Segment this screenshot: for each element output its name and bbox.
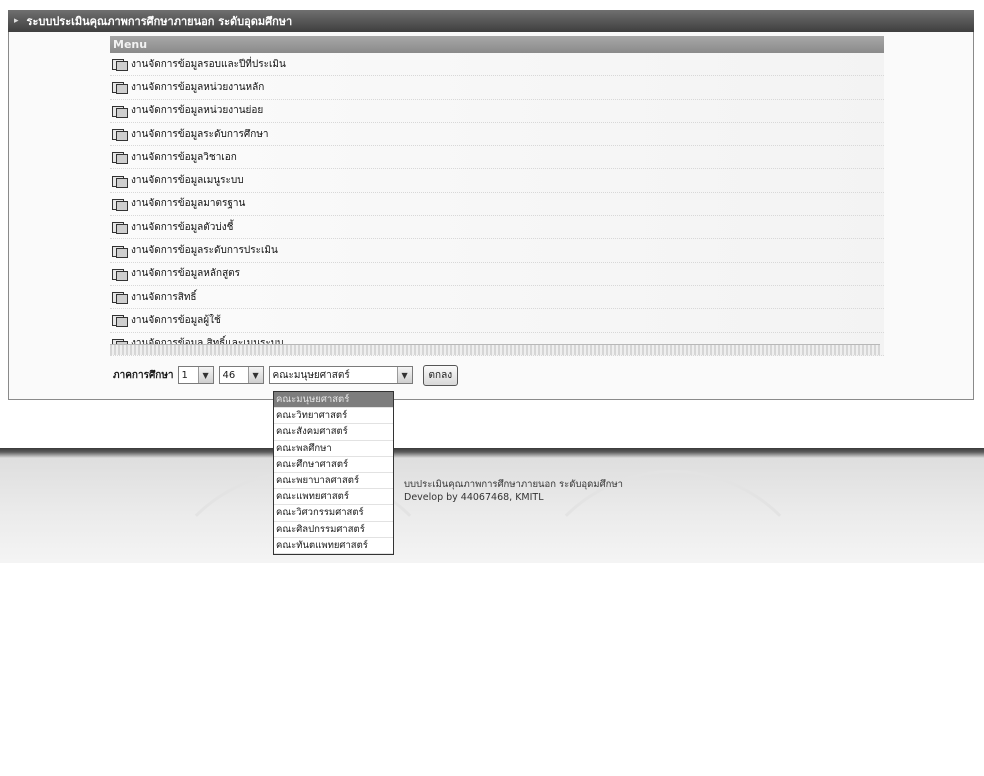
menu-item[interactable]: งานจัดการข้อมูลตัวบ่งชี้ [110, 216, 884, 240]
term-filter: ภาคการศึกษา 1 ▼ 46 ▼ คณะมนุษยศาสตร์ ▼ ตก… [113, 364, 459, 386]
footer [0, 448, 984, 563]
folder-icon [112, 198, 128, 211]
menu-item[interactable]: งานจัดการข้อมูลระดับการประเมิน [110, 239, 884, 263]
dropdown-option[interactable]: คณะศึกษาศาสตร์ [274, 457, 393, 473]
menu-item-label: งานจัดการข้อมูลหน่วยงานหลัก [131, 81, 265, 93]
menu-item[interactable]: งานจัดการข้อมูลหลักสูตร [110, 262, 884, 286]
menu-item-label: งานจัดการข้อมูลหลักสูตร [131, 268, 241, 280]
folder-icon [112, 245, 128, 258]
folder-icon [112, 58, 128, 72]
menu-item-label: งานจัดการข้อมูลตัวบ่งชี้ [131, 221, 234, 233]
menu-header: Menu [110, 36, 884, 53]
menu-item-label: งานจัดการข้อมูลผู้ใช้ [131, 314, 221, 326]
dropdown-option[interactable]: คณะวิทยาศาสตร์ [274, 408, 393, 425]
term-label: ภาคการศึกษา [113, 369, 174, 381]
faculty-select[interactable]: คณะมนุษยศาสตร์ ▼ [268, 366, 413, 384]
dropdown-option[interactable]: คณะวิศวกรรมศาสตร์ [274, 505, 393, 522]
year-select-value: 46 [222, 369, 236, 381]
app-title-bar: ▸ ระบบประเมินคุณภาพการศึกษาภายนอก ระดับอ… [8, 10, 974, 32]
folder-icon [112, 128, 128, 142]
submit-button[interactable]: ตกลง [422, 364, 459, 386]
collapse-icon[interactable]: ▸ [14, 16, 19, 26]
footer-system-name: บบประเมินคุณภาพการศึกษาภายนอก ระดับอุดมศ… [404, 479, 623, 490]
folder-icon [112, 268, 128, 281]
dropdown-option[interactable]: คณะทันตแพทยศาสตร์ [274, 538, 393, 554]
main-menu: Menu งานจัดการข้อมูลรอบและปีที่ประเมินงา… [110, 36, 884, 356]
menu-item[interactable]: งานจัดการสิทธิ์ [110, 285, 884, 310]
menu-item[interactable]: งานจัดการข้อมูลมาตรฐาน [110, 192, 884, 217]
menu-item[interactable]: งานจัดการข้อมูลเมนูระบบ [110, 169, 884, 193]
menu-item-label: งานจัดการสิทธิ์ [131, 291, 197, 303]
term-select[interactable]: 1 ▼ [177, 366, 214, 384]
menu-item[interactable]: งานจัดการข้อมูลผู้ใช้ [110, 309, 884, 333]
folder-icon [112, 314, 128, 328]
year-select[interactable]: 46 ▼ [218, 366, 264, 384]
menu-item-label: งานจัดการข้อมูลรอบและปีที่ประเมิน [131, 58, 286, 70]
footer-credit: Develop by 44067468, KMITL [404, 492, 544, 503]
menu-item[interactable]: งานจัดการข้อมูลหน่วยงานหลัก [110, 76, 884, 100]
chevron-down-icon[interactable]: ▼ [396, 367, 412, 383]
footer-decoration [520, 470, 826, 776]
menu-item-label: งานจัดการข้อมูลวิชาเอก [131, 151, 237, 163]
chevron-down-icon[interactable]: ▼ [197, 367, 213, 383]
dropdown-option[interactable]: คณะศิลปกรรมศาสตร์ [274, 522, 393, 538]
faculty-select-value: คณะมนุษยศาสตร์ [272, 369, 350, 381]
menu-item[interactable]: งานจัดการข้อมูลหน่วยงานย่อย [110, 99, 884, 123]
dropdown-option[interactable]: คณะพลศึกษา [274, 441, 393, 457]
folder-icon [112, 105, 128, 118]
chevron-down-icon[interactable]: ▼ [247, 367, 263, 383]
menu-item-label: งานจัดการข้อมูลระดับการศึกษา [131, 128, 269, 140]
dropdown-option[interactable]: คณะสังคมศาสตร์ [274, 424, 393, 441]
menu-item-label: งานจัดการข้อมูลมาตรฐาน [131, 198, 246, 210]
footer-text: บบประเมินคุณภาพการศึกษาภายนอก ระดับอุดมศ… [404, 478, 623, 504]
menu-item-label: งานจัดการข้อมูลหน่วยงานย่อย [131, 105, 264, 117]
menu-item[interactable]: งานจัดการข้อมูลรอบและปีที่ประเมิน [110, 53, 884, 77]
menu-item[interactable]: งานจัดการข้อมูลวิชาเอก [110, 146, 884, 170]
app-title: ระบบประเมินคุณภาพการศึกษาภายนอก ระดับอุด… [26, 15, 293, 28]
folder-icon [112, 221, 128, 235]
dropdown-option[interactable]: คณะมนุษยศาสตร์ [274, 392, 393, 409]
term-select-value: 1 [181, 369, 188, 381]
folder-icon [112, 151, 128, 165]
menu-separator [110, 344, 880, 355]
folder-icon [112, 81, 128, 95]
menu-item-label: งานจัดการข้อมูลเมนูระบบ [131, 175, 244, 187]
menu-item[interactable]: งานจัดการข้อมูลระดับการศึกษา [110, 122, 884, 147]
faculty-dropdown-list: คณะมนุษยศาสตร์ คณะวิทยาศาสตร์ คณะสังคมศาสต… [273, 391, 394, 555]
menu-item-label: งานจัดการข้อมูลระดับการประเมิน [131, 245, 278, 257]
folder-icon [112, 175, 128, 188]
dropdown-option[interactable]: คณะแพทยศาสตร์ [274, 489, 393, 506]
folder-icon [112, 291, 128, 305]
dropdown-option[interactable]: คณะพยาบาลศาสตร์ [274, 473, 393, 490]
